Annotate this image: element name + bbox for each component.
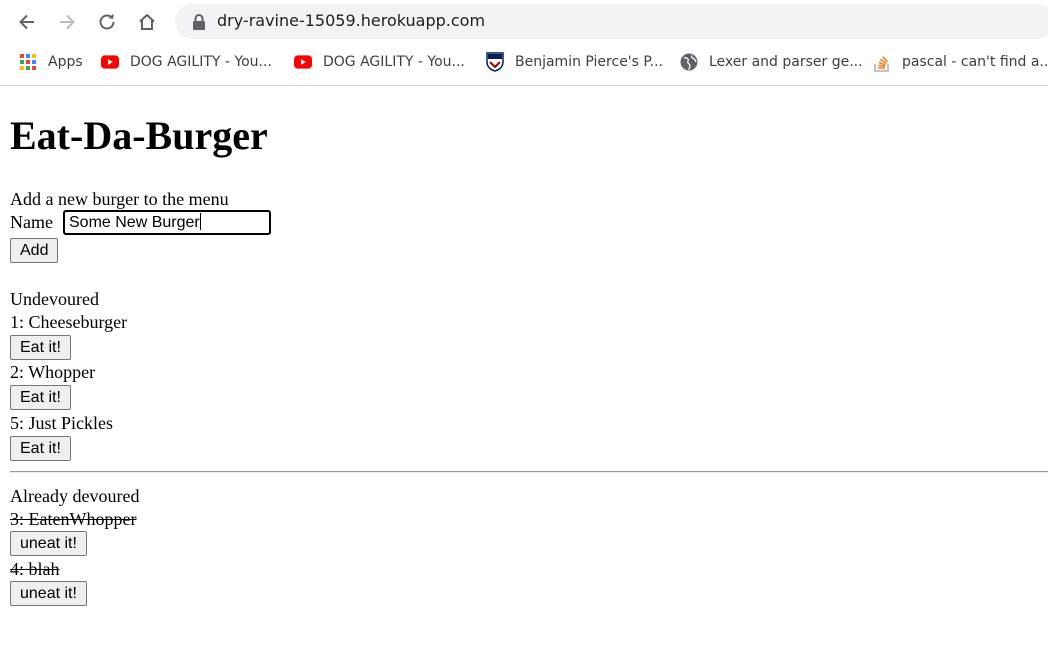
globe-icon: [680, 53, 698, 71]
eat-it-button[interactable]: Eat it!: [10, 335, 71, 360]
bookmark-label: Benjamin Pierce's P...: [515, 54, 664, 70]
text-caret: [199, 213, 201, 230]
page-title: Eat-Da-Burger: [10, 113, 268, 158]
uneat-it-button[interactable]: uneat it!: [10, 531, 87, 556]
undevoured-item: 5: Just Pickles: [10, 413, 114, 433]
section-divider: [10, 471, 1048, 473]
youtube-icon: [294, 53, 312, 71]
name-label: Name: [10, 212, 53, 232]
devoured-item: 4: blah: [10, 559, 60, 579]
bookmark-label: pascal - can't find a...: [902, 54, 1048, 70]
forward-arrow-icon[interactable]: [55, 10, 79, 34]
apps-grid-icon: [19, 53, 37, 71]
devoured-item: 3: EatenWhopper: [10, 509, 137, 529]
bookmark-label: Apps: [48, 54, 83, 70]
url-text[interactable]: dry-ravine-15059.herokuapp.com: [217, 11, 485, 30]
bookmark-apps[interactable]: Apps: [19, 50, 83, 74]
stackoverflow-icon: [873, 53, 891, 72]
reload-icon[interactable]: [95, 10, 119, 34]
bookmark-label: Lexer and parser ge...: [709, 54, 863, 70]
burger-name-value: Some New Burger: [69, 214, 200, 231]
uneat-it-button[interactable]: uneat it!: [10, 581, 87, 606]
undevoured-heading: Undevoured: [10, 289, 99, 309]
bookmark-dog-agility-1[interactable]: DOG AGILITY - You...: [101, 50, 272, 74]
browser-chrome: dry-ravine-15059.herokuapp.com Apps DOG …: [0, 0, 1048, 86]
eat-it-button[interactable]: Eat it!: [10, 385, 71, 410]
bookmark-dog-agility-2[interactable]: DOG AGILITY - You...: [294, 50, 465, 74]
add-button[interactable]: Add: [10, 238, 59, 263]
bookmark-label: DOG AGILITY - You...: [323, 54, 465, 70]
bookmarks-bar: Apps DOG AGILITY - You... DOG AGILITY - …: [0, 50, 1048, 74]
bookmark-pascal[interactable]: pascal - can't find a...: [873, 50, 1048, 74]
back-arrow-icon[interactable]: [15, 10, 39, 34]
undevoured-item: 2: Whopper: [10, 362, 96, 382]
lock-icon[interactable]: [192, 14, 208, 30]
home-icon[interactable]: [135, 10, 159, 34]
burger-name-input[interactable]: Some New Burger: [63, 210, 271, 235]
youtube-icon: [101, 53, 119, 71]
penn-shield-icon: [486, 52, 504, 72]
bookmark-lexer-parser[interactable]: Lexer and parser ge...: [680, 50, 863, 74]
add-burger-heading: Add a new burger to the menu: [10, 189, 229, 209]
eat-it-button[interactable]: Eat it!: [10, 436, 71, 461]
undevoured-item: 1: Cheeseburger: [10, 312, 128, 332]
address-bar[interactable]: dry-ravine-15059.herokuapp.com: [175, 4, 1048, 39]
bookmark-label: DOG AGILITY - You...: [130, 54, 272, 70]
bookmark-benjamin-pierce[interactable]: Benjamin Pierce's P...: [486, 50, 663, 74]
devoured-heading: Already devoured: [10, 486, 140, 506]
